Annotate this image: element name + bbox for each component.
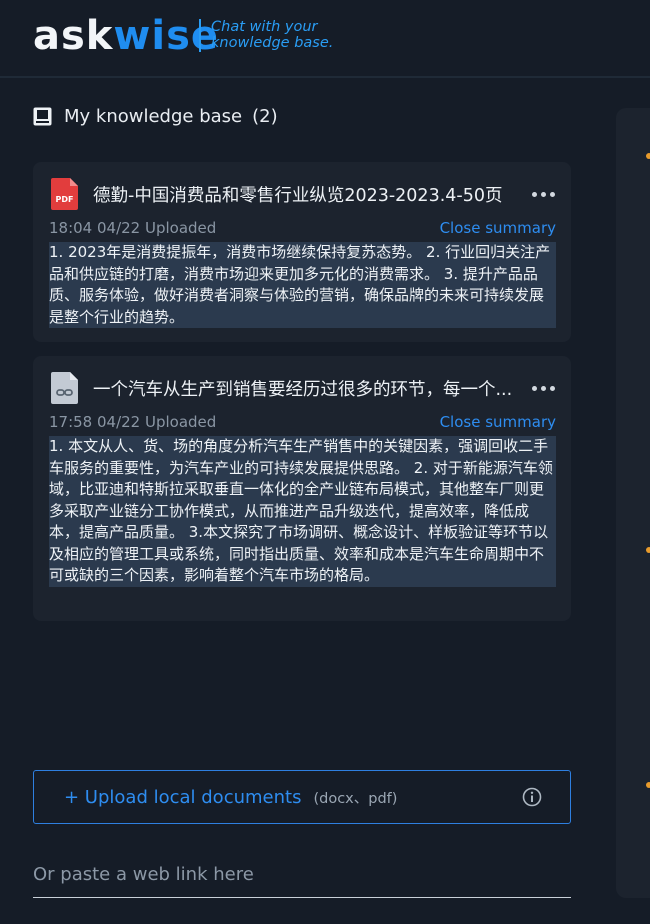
document-count: (2)	[252, 106, 278, 127]
document-card-header: PDF 德勤-中国消费品和零售行业纵览2023-2023.4-50页	[51, 178, 559, 210]
knowledge-base-header: My knowledge base (2)	[33, 106, 278, 127]
tagline: Chat with your knowledge base.	[211, 19, 333, 51]
document-summary: 1. 2023年是消费提振年，消费市场继续保持复苏态势。 2. 行业回归关注产品…	[49, 242, 556, 328]
logo-suffix: wise	[113, 13, 220, 59]
upload-file-types: (docx、pdf)	[313, 790, 398, 807]
link-file-icon	[51, 372, 78, 404]
document-summary: 1. 本文从人、货、场的角度分析汽车生产销售中的关键因素，强调回收二手车服务的重…	[49, 436, 556, 587]
book-icon	[33, 107, 52, 126]
document-card[interactable]: 一个汽车从生产到销售要经历过很多的环节，每一个... 17:58 04/22 U…	[33, 356, 571, 621]
status-dot	[646, 153, 650, 159]
close-summary-button[interactable]: Close summary	[440, 413, 556, 431]
status-dot	[646, 782, 650, 788]
upload-timestamp: 17:58 04/22 Uploaded	[49, 413, 217, 431]
document-title[interactable]: 德勤-中国消费品和零售行业纵览2023-2023.4-50页	[93, 182, 518, 207]
document-card[interactable]: PDF 德勤-中国消费品和零售行业纵览2023-2023.4-50页 18:04…	[33, 162, 571, 342]
svg-text:PDF: PDF	[56, 195, 74, 204]
status-dot	[646, 547, 650, 553]
upload-documents-button[interactable]: + Upload local documents (docx、pdf)	[33, 770, 571, 824]
tagline-line-1: Chat with your	[211, 19, 318, 35]
askwise-logo[interactable]: askwise	[33, 12, 219, 60]
chat-panel	[616, 108, 650, 898]
knowledge-base-title: My knowledge base	[64, 106, 243, 127]
logo-prefix: ask	[33, 13, 114, 59]
document-title[interactable]: 一个汽车从生产到销售要经历过很多的环节，每一个...	[93, 376, 518, 401]
web-link-input[interactable]	[33, 852, 571, 898]
pdf-file-icon: PDF	[51, 178, 78, 210]
more-options-icon[interactable]	[528, 188, 559, 201]
info-icon[interactable]	[522, 787, 542, 807]
upload-label: + Upload local documents	[64, 786, 302, 808]
upload-timestamp: 18:04 04/22 Uploaded	[49, 219, 217, 237]
tagline-line-2: knowledge base.	[211, 35, 334, 51]
app-header: askwise Chat with your knowledge base.	[0, 0, 650, 78]
tagline-divider	[199, 19, 201, 52]
close-summary-button[interactable]: Close summary	[440, 219, 556, 237]
more-options-icon[interactable]	[528, 382, 559, 395]
document-card-header: 一个汽车从生产到销售要经历过很多的环节，每一个...	[51, 372, 559, 404]
